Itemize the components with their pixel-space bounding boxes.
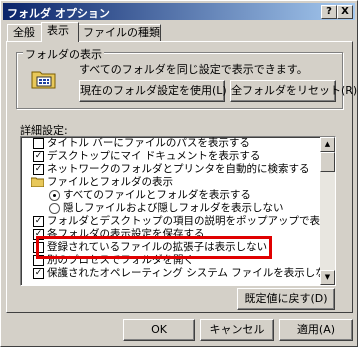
apply-to-all-folders-button[interactable]: 現在のフォルダ設定を使用(L) [79,80,227,102]
vertical-scrollbar[interactable]: ▲ ▼ [320,137,335,285]
close-button[interactable]: X [337,5,353,19]
apply-button[interactable]: 適用(A) [279,319,353,341]
highlight-box [36,236,272,259]
radio-button[interactable] [49,203,60,214]
restore-defaults-button[interactable]: 既定値に戻す(D) [237,288,335,310]
checkbox[interactable]: ✓ [33,216,44,227]
folder-options-window: フォルダ オプション ? X 全般 表示 ファイルの種類 フォルダの表示 すべて… [0,0,358,347]
folder-view-group: フォルダの表示 すべてのフォルダを同じ設定で表示できます。 現在のフォルダ設定を… [16,46,357,109]
folder-view-description: すべてのフォルダを同じ設定で表示できます。 [79,63,308,76]
tab-view[interactable]: 表示 [41,22,79,42]
window-title: フォルダ オプション [7,7,110,20]
help-button[interactable]: ? [321,5,337,19]
reset-all-folders-button[interactable]: 全フォルダをリセット(R) [230,80,357,102]
ok-button[interactable]: OK [123,319,195,341]
scroll-down-icon[interactable]: ▼ [320,270,335,285]
tab-file-types[interactable]: ファイルの種類 [77,24,161,41]
checkbox[interactable]: ✓ [33,164,44,175]
cancel-button[interactable]: キャンセル [200,319,274,341]
scroll-thumb[interactable] [320,152,335,172]
title-bar[interactable]: フォルダ オプション ? X [3,3,355,20]
view-tab-panel: フォルダの表示 すべてのフォルダを同じ設定で表示できます。 現在のフォルダ設定を… [6,41,357,313]
folder-view-group-label: フォルダの表示 [23,46,104,62]
checkbox[interactable]: ✓ [33,268,44,279]
scroll-up-icon[interactable]: ▲ [320,137,335,152]
radio-button[interactable] [49,190,60,201]
tab-general[interactable]: 全般 [7,24,43,41]
checkbox[interactable] [33,138,44,149]
checkbox[interactable]: ✓ [33,151,44,162]
advanced-settings-list[interactable]: タイトル バーにファイルのパスを表示する ✓ デスクトップにマイ ドキュメントを… [20,136,336,286]
folder-view-icon [31,68,57,89]
folder-icon [30,177,45,188]
